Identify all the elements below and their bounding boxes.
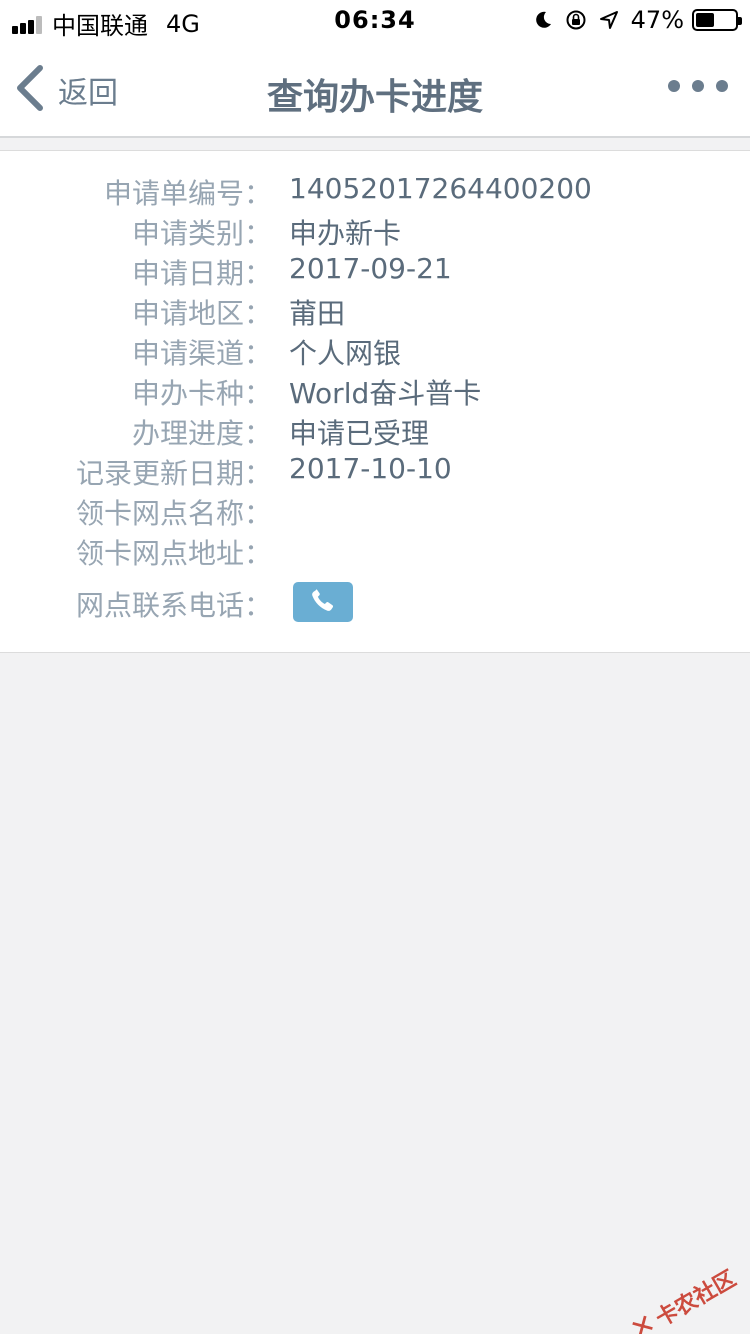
field-value: 莆田 [289,297,346,330]
field-value: 申办新卡 [289,217,402,250]
battery-fill [696,13,714,27]
field-row-progress: 办理进度： 申请已受理 [0,412,750,452]
field-row-branch-phone: 网点联系电话： [0,584,750,624]
location-arrow-icon [599,10,619,30]
application-info-card: 申请单编号： 14052017264400200 申请类别： 申办新卡 申请日期… [0,150,750,653]
field-row-application-date: 申请日期： 2017-09-21 [0,252,750,292]
field-label: 申办卡种： [131,377,272,410]
status-right: 47% [521,6,742,34]
nav-bar: 返回 查询办卡进度 [0,40,750,138]
field-label: 申请日期： [131,257,272,290]
call-branch-button[interactable] [293,582,353,622]
field-value: World奋斗普卡 [289,377,482,410]
field-label: 网点联系电话： [75,589,272,622]
field-row-branch-name: 领卡网点名称： [0,492,750,532]
field-row-application-number: 申请单编号： 14052017264400200 [0,172,750,212]
field-value: 2017-09-21 [289,252,452,285]
phone-icon [309,586,337,618]
field-row-region: 申请地区： 莆田 [0,292,750,332]
battery-nub [738,17,742,25]
do-not-disturb-moon-icon [533,10,553,30]
watermark-logo: ✕ 卡农社区 [624,1260,741,1334]
more-dot-icon [716,80,728,92]
more-dot-icon [668,80,680,92]
rotation-lock-icon [565,9,587,31]
field-row-channel: 申请渠道： 个人网银 [0,332,750,372]
field-label: 领卡网点名称： [75,497,272,530]
status-bar: 中国联通 4G 06:34 47% [0,0,750,40]
field-row-application-type: 申请类别： 申办新卡 [0,212,750,252]
field-label: 申请类别： [131,217,272,250]
field-label: 申请渠道： [131,337,272,370]
field-label: 申请地区： [131,297,272,330]
field-label: 领卡网点地址： [75,537,272,570]
field-value: 个人网银 [289,337,402,370]
field-label: 办理进度： [131,417,272,450]
battery-icon [692,9,742,31]
field-value: 14052017264400200 [289,172,592,205]
field-label: 记录更新日期： [75,457,272,490]
field-row-card-type: 申办卡种： World奋斗普卡 [0,372,750,412]
page-title: 查询办卡进度 [266,77,483,118]
field-row-branch-address: 领卡网点地址： [0,532,750,572]
field-row-update-date: 记录更新日期： 2017-10-10 [0,452,750,492]
field-value: 2017-10-10 [289,452,452,485]
more-options-button[interactable] [656,80,728,92]
field-value: 申请已受理 [289,417,430,450]
field-label: 申请单编号： [103,177,272,210]
battery-percent: 47% [630,6,684,34]
more-dot-icon [692,80,704,92]
watermark-text: 卡农社区 [651,1265,740,1332]
screen: 中国联通 4G 06:34 47% 返回 查询办卡进度 申请单编号： 14052… [0,0,750,1334]
